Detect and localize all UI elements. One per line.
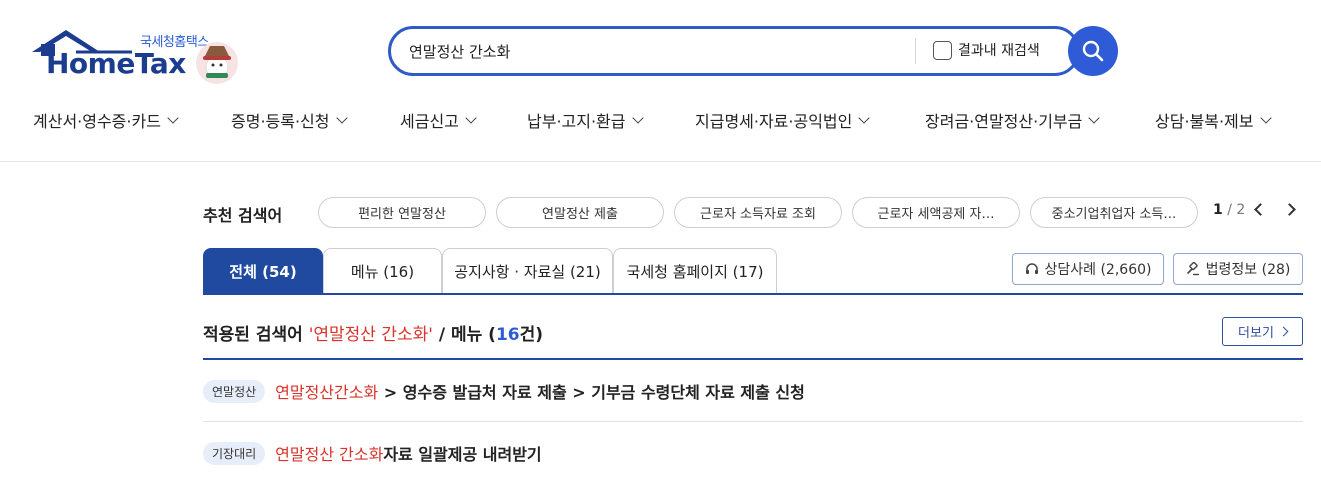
results-divider xyxy=(203,358,1303,360)
chevron-down-icon xyxy=(1259,111,1272,124)
checkbox-icon[interactable] xyxy=(933,40,952,60)
law-info-button[interactable]: 법령정보 (28) xyxy=(1173,253,1303,285)
result-row[interactable]: 연말정산 연말정산간소화 > 영수증 발급처 자료 제출 > 기부금 수령단체 … xyxy=(203,376,1303,406)
recommend-label: 추천 검색어 xyxy=(203,206,283,225)
search-icon xyxy=(1082,40,1104,62)
result-path: 연말정산 간소화자료 일괄제공 내려받기 xyxy=(275,441,541,465)
snowman-mascot-icon xyxy=(196,42,238,84)
result-row[interactable]: 기장대리 연말정산 간소화자료 일괄제공 내려받기 xyxy=(203,438,1303,468)
nav-label: 납부·고지·환급 xyxy=(527,112,626,131)
results-suffix: 건) xyxy=(519,325,544,345)
search-button[interactable] xyxy=(1068,26,1118,76)
results-header: 적용된 검색어 '연말정산 간소화' / 메뉴 (16건) xyxy=(203,320,543,345)
consult-cases-label: 상담사례 (2,660) xyxy=(1044,262,1152,278)
recommend-chip[interactable]: 중소기업취업자 소득… xyxy=(1030,197,1198,228)
chevron-down-icon xyxy=(335,111,348,124)
row-divider xyxy=(203,421,1303,422)
nav-label: 계산서·영수증·카드 xyxy=(33,112,161,131)
result-highlight: 연말정산간소화 xyxy=(275,383,379,402)
search-input[interactable] xyxy=(409,39,899,63)
recommend-chip[interactable]: 근로자 소득자료 조회 xyxy=(674,197,842,228)
hometax-logo[interactable]: 국세청홈택스 HomeTax xyxy=(32,28,242,86)
results-count: 16 xyxy=(495,325,520,345)
nav-item-statement[interactable]: 지급명세·자료·공익법인 xyxy=(695,108,871,132)
results-keyword: '연말정산 간소화' xyxy=(308,325,433,345)
global-nav: 계산서·영수증·카드 증명·등록·신청 세금신고 납부·고지·환급 지급명세·자… xyxy=(0,108,1321,136)
law-info-label: 법령정보 (28) xyxy=(1205,262,1291,278)
chevron-left-icon xyxy=(1254,203,1267,216)
result-category-badge: 연말정산 xyxy=(203,379,266,403)
pager-separator: / xyxy=(1222,202,1237,218)
result-category-badge: 기장대리 xyxy=(203,441,266,465)
more-button[interactable]: 더보기 xyxy=(1222,317,1303,346)
nav-label: 지급명세·자료·공익법인 xyxy=(695,112,853,131)
recommend-chip[interactable]: 근로자 세액공제 자… xyxy=(852,197,1020,228)
headset-icon xyxy=(1025,263,1038,274)
search-divider xyxy=(915,38,916,64)
recommend-chip[interactable]: 편리한 연말정산 xyxy=(318,197,486,228)
results-prefix: 적용된 검색어 xyxy=(203,325,309,345)
result-path: 연말정산간소화 > 영수증 발급처 자료 제출 > 기부금 수령단체 자료 제출… xyxy=(275,379,805,403)
research-checkbox[interactable]: 결과내 재검색 xyxy=(933,40,1040,60)
more-label: 더보기 xyxy=(1238,326,1274,341)
header-divider xyxy=(0,161,1321,162)
nav-item-settlement[interactable]: 장려금·연말정산·기부금 xyxy=(925,108,1101,132)
nav-item-payment[interactable]: 납부·고지·환급 xyxy=(527,108,644,132)
chevron-down-icon xyxy=(858,111,871,124)
result-rest: 자료 일괄제공 내려받기 xyxy=(383,445,542,464)
research-label: 결과내 재검색 xyxy=(958,43,1040,59)
nav-item-certificate[interactable]: 증명·등록·신청 xyxy=(231,108,348,132)
nav-item-tax-return[interactable]: 세금신고 xyxy=(400,108,477,132)
pager-next-button[interactable] xyxy=(1283,203,1297,216)
recommend-pager: 1 / 2 xyxy=(1213,202,1245,218)
chevron-down-icon xyxy=(1088,111,1101,124)
pager-prev-button[interactable] xyxy=(1253,203,1267,216)
nav-item-consult[interactable]: 상담·불복·제보 xyxy=(1155,108,1272,132)
search-bar: 결과내 재검색 xyxy=(388,26,1080,76)
chevron-down-icon xyxy=(167,111,179,124)
nav-label: 증명·등록·신청 xyxy=(231,112,330,131)
gavel-icon xyxy=(1186,262,1199,276)
chevron-right-icon xyxy=(1283,203,1296,216)
chevron-down-icon xyxy=(465,111,477,124)
tab-nts-homepage[interactable]: 국세청 홈페이지 (17) xyxy=(613,248,777,294)
pager-total: 2 xyxy=(1236,202,1246,218)
recommend-chip[interactable]: 연말정산 제출 xyxy=(496,197,664,228)
consult-cases-button[interactable]: 상담사례 (2,660) xyxy=(1012,253,1164,285)
result-highlight: 연말정산 간소화 xyxy=(275,445,384,464)
results-mid: / 메뉴 ( xyxy=(432,325,496,345)
logo-english-text: HomeTax xyxy=(46,47,186,80)
nav-label: 상담·불복·제보 xyxy=(1155,112,1254,131)
tab-notice[interactable]: 공지사항 · 자료실 (21) xyxy=(442,248,613,294)
chevron-right-icon xyxy=(1278,326,1289,337)
result-rest: > 영수증 발급처 자료 제출 > 기부금 수령단체 자료 제출 신청 xyxy=(378,383,805,402)
chevron-down-icon xyxy=(631,111,644,124)
tab-menu[interactable]: 메뉴 (16) xyxy=(323,248,442,294)
tab-underline xyxy=(203,293,1303,295)
nav-label: 세금신고 xyxy=(400,112,459,131)
tab-all[interactable]: 전체 (54) xyxy=(203,248,323,294)
nav-item-invoice[interactable]: 계산서·영수증·카드 xyxy=(33,108,179,132)
pager-current: 1 xyxy=(1213,202,1223,218)
nav-label: 장려금·연말정산·기부금 xyxy=(925,112,1083,131)
